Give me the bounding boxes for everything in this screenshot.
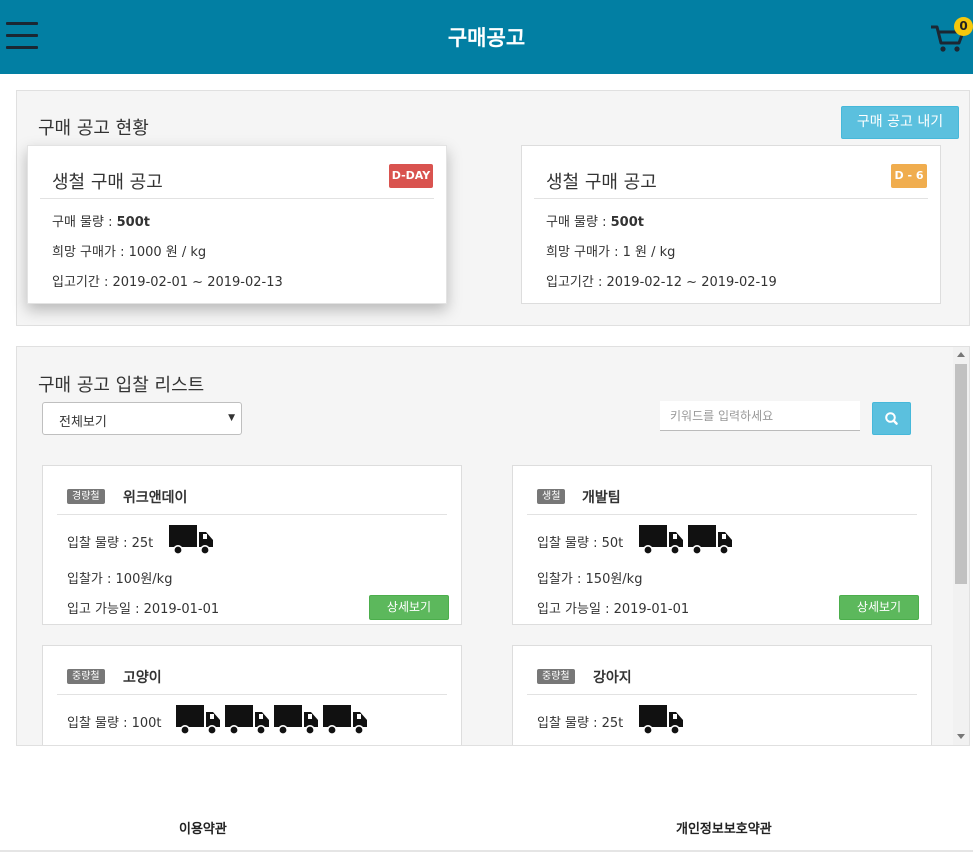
cart-count-badge: 0 (954, 17, 973, 36)
bid-card: 생철 개발팀 입찰 물량 : 50t 입찰가 : 150원/kg 입고 가능일 … (512, 465, 932, 625)
truck-icons (169, 525, 214, 557)
notice-card[interactable]: 생철 구매 공고 D - 6 구매 물량 : 500t 희망 구매가 : 1 원… (521, 145, 941, 304)
material-tag: 중량철 (537, 669, 575, 684)
divider (527, 694, 917, 695)
top-bar: 구매공고 0 (0, 0, 973, 74)
notice-price: 희망 구매가 : 1000 원 / kg (52, 245, 207, 260)
bid-price: 입찰가 : 100원/kg (67, 572, 173, 587)
truck-icon (639, 705, 684, 737)
detail-button[interactable]: 상세보기 (369, 595, 449, 620)
truck-icon (169, 525, 214, 557)
divider (534, 198, 928, 199)
notice-status-title: 구매 공고 현황 (38, 118, 149, 139)
divider (57, 694, 447, 695)
truck-icon (274, 705, 319, 737)
truck-icon (176, 705, 221, 737)
bid-card: 경량철 위크앤데이 입찰 물량 : 25t 입찰가 : 100원/kg 입고 가… (42, 465, 462, 625)
truck-icon (323, 705, 368, 737)
bid-card: 중량철 고양이 입찰 물량 : 100t (42, 645, 462, 745)
bidder-name: 개발팀 (582, 490, 621, 506)
material-tag: 중량철 (67, 669, 105, 684)
bid-date: 입고 가능일 : 2019-01-01 (67, 602, 220, 617)
divider (57, 514, 447, 515)
material-tag: 경량철 (67, 489, 105, 504)
truck-icon (225, 705, 270, 737)
truck-icon (688, 525, 733, 557)
truck-icon (639, 525, 684, 557)
filter-selected-value: 전체보기 (59, 415, 107, 430)
search-button[interactable] (872, 402, 911, 435)
terms-link[interactable]: 이용약관 (179, 818, 227, 837)
scroll-up-arrow-icon[interactable] (957, 352, 965, 357)
privacy-link[interactable]: 개인정보보호약관 (676, 818, 772, 837)
scroll-down-arrow-icon[interactable] (957, 734, 965, 739)
notice-period: 입고기간 : 2019-02-01 ~ 2019-02-13 (52, 275, 283, 290)
list-scrollbar[interactable] (953, 347, 969, 745)
material-tag: 생철 (537, 489, 566, 504)
notice-period: 입고기간 : 2019-02-12 ~ 2019-02-19 (546, 275, 777, 290)
bid-date: 입고 가능일 : 2019-01-01 (537, 602, 690, 617)
bidder-name: 위크앤데이 (123, 490, 188, 506)
bid-amount: 입찰 물량 : 25t (537, 716, 624, 731)
bid-list-title: 구매 공고 입찰 리스트 (38, 375, 205, 396)
filter-select[interactable]: 전체보기 ▼ (42, 402, 242, 435)
truck-icons (176, 705, 368, 737)
scroll-thumb[interactable] (955, 364, 967, 584)
bid-amount: 입찰 물량 : 100t (67, 716, 162, 731)
bid-amount: 입찰 물량 : 50t (537, 536, 624, 551)
truck-icons (639, 705, 684, 737)
post-notice-button[interactable]: 구매 공고 내기 (841, 106, 959, 139)
page-title: 구매공고 (447, 26, 526, 50)
dropdown-caret-icon: ▼ (228, 413, 235, 423)
bidder-name: 고양이 (123, 670, 162, 686)
dday-badge: D-DAY (389, 164, 433, 188)
notice-price: 희망 구매가 : 1 원 / kg (546, 245, 676, 260)
bidder-name: 강아지 (593, 670, 632, 686)
notice-quantity: 구매 물량 : 500t (546, 215, 644, 230)
search-icon (885, 412, 898, 425)
dday-badge: D - 6 (891, 164, 927, 188)
bid-amount: 입찰 물량 : 25t (67, 536, 154, 551)
truck-icons (639, 525, 733, 557)
notice-title: 생철 구매 공고 (52, 172, 163, 193)
search-input[interactable]: 키워드를 입력하세요 (660, 401, 860, 431)
bid-price: 입찰가 : 150원/kg (537, 572, 643, 587)
divider (527, 514, 917, 515)
notice-quantity: 구매 물량 : 500t (52, 215, 150, 230)
notice-title: 생철 구매 공고 (546, 172, 657, 193)
divider (40, 198, 434, 199)
bid-card: 중량철 강아지 입찰 물량 : 25t (512, 645, 932, 745)
detail-button[interactable]: 상세보기 (839, 595, 919, 620)
notice-card[interactable]: 생철 구매 공고 D-DAY 구매 물량 : 500t 희망 구매가 : 100… (27, 145, 447, 304)
